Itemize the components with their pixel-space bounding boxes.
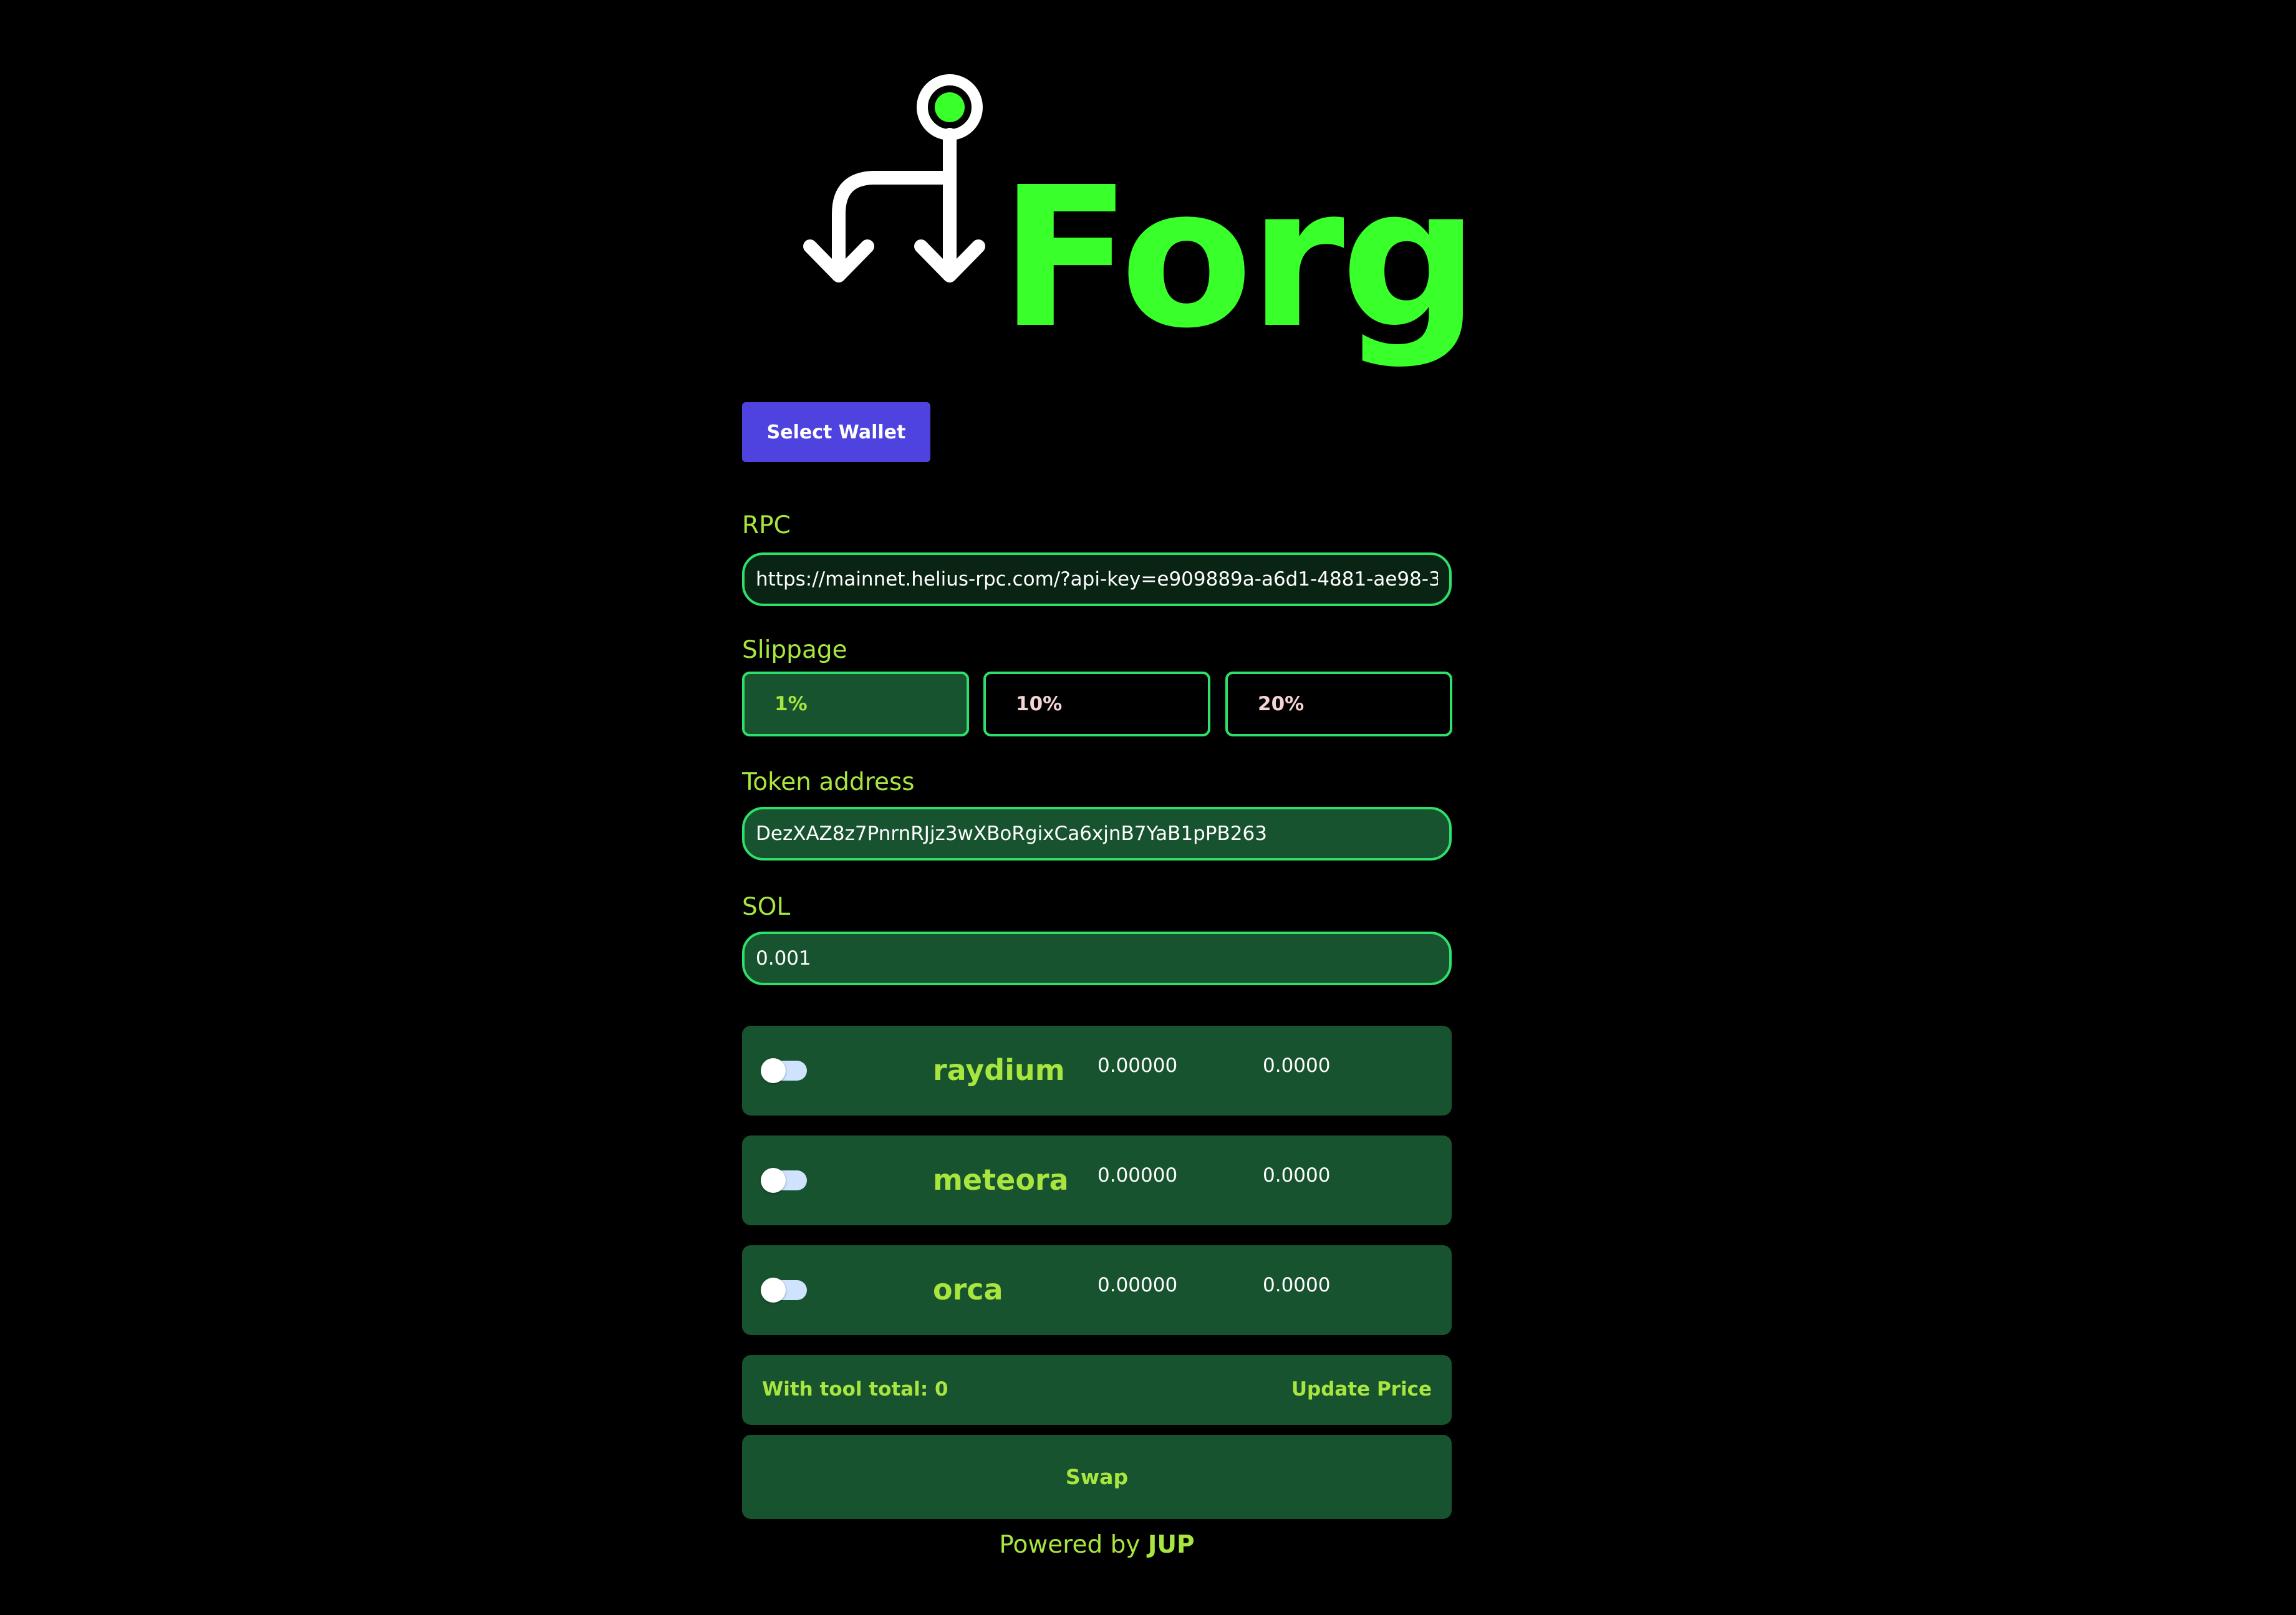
slippage-option-1[interactable]: 1% — [742, 672, 969, 736]
forg-logo: Forg — [801, 69, 1479, 355]
update-price-button[interactable]: Update Price — [1291, 1378, 1432, 1400]
tool-total-text: With tool total: 0 — [762, 1378, 948, 1400]
toggle-knob — [761, 1278, 786, 1303]
dex-row-meteora: meteora 0.00000 0.0000 — [742, 1135, 1452, 1225]
meteora-toggle[interactable] — [761, 1168, 807, 1193]
dex-name: orca — [933, 1273, 1003, 1306]
dex-value-2: 0.0000 — [1263, 1274, 1331, 1296]
dex-value-1: 0.00000 — [1097, 1164, 1178, 1187]
split-arrows-logo-icon — [803, 74, 985, 282]
rpc-input[interactable] — [742, 552, 1452, 606]
powered-by-brand[interactable]: JUP — [1148, 1531, 1195, 1559]
dex-row-orca: orca 0.00000 0.0000 — [742, 1245, 1452, 1335]
sol-amount-input[interactable] — [742, 932, 1452, 985]
powered-by-prefix: Powered by — [999, 1531, 1141, 1559]
toggle-knob — [761, 1058, 786, 1083]
slippage-option-10[interactable]: 10% — [983, 672, 1210, 736]
slippage-label: Slippage — [742, 636, 847, 664]
orca-toggle[interactable] — [761, 1278, 807, 1303]
logo-text: Forg — [1000, 146, 1479, 371]
dex-row-raydium: raydium 0.00000 0.0000 — [742, 1026, 1452, 1116]
sol-label: SOL — [742, 893, 791, 921]
select-wallet-button[interactable]: Select Wallet — [742, 402, 930, 462]
dex-value-2: 0.0000 — [1263, 1054, 1331, 1077]
dex-value-1: 0.00000 — [1097, 1054, 1178, 1077]
toggle-knob — [761, 1168, 786, 1193]
dex-name: raydium — [933, 1053, 1065, 1087]
token-address-label: Token address — [742, 768, 915, 796]
app-root: Forg Select Wallet RPC Slippage 1% 10% 2… — [0, 0, 2296, 1615]
tool-total-row: With tool total: 0 Update Price — [742, 1355, 1452, 1425]
raydium-toggle[interactable] — [761, 1058, 807, 1083]
dex-value-2: 0.0000 — [1263, 1164, 1331, 1187]
powered-by-footer: Powered by JUP — [742, 1531, 1452, 1559]
slippage-option-20[interactable]: 20% — [1225, 672, 1452, 736]
rpc-label: RPC — [742, 511, 791, 539]
token-address-input[interactable] — [742, 807, 1452, 861]
dex-value-1: 0.00000 — [1097, 1274, 1178, 1296]
swap-button[interactable]: Swap — [742, 1435, 1452, 1519]
dex-name: meteora — [933, 1163, 1069, 1197]
